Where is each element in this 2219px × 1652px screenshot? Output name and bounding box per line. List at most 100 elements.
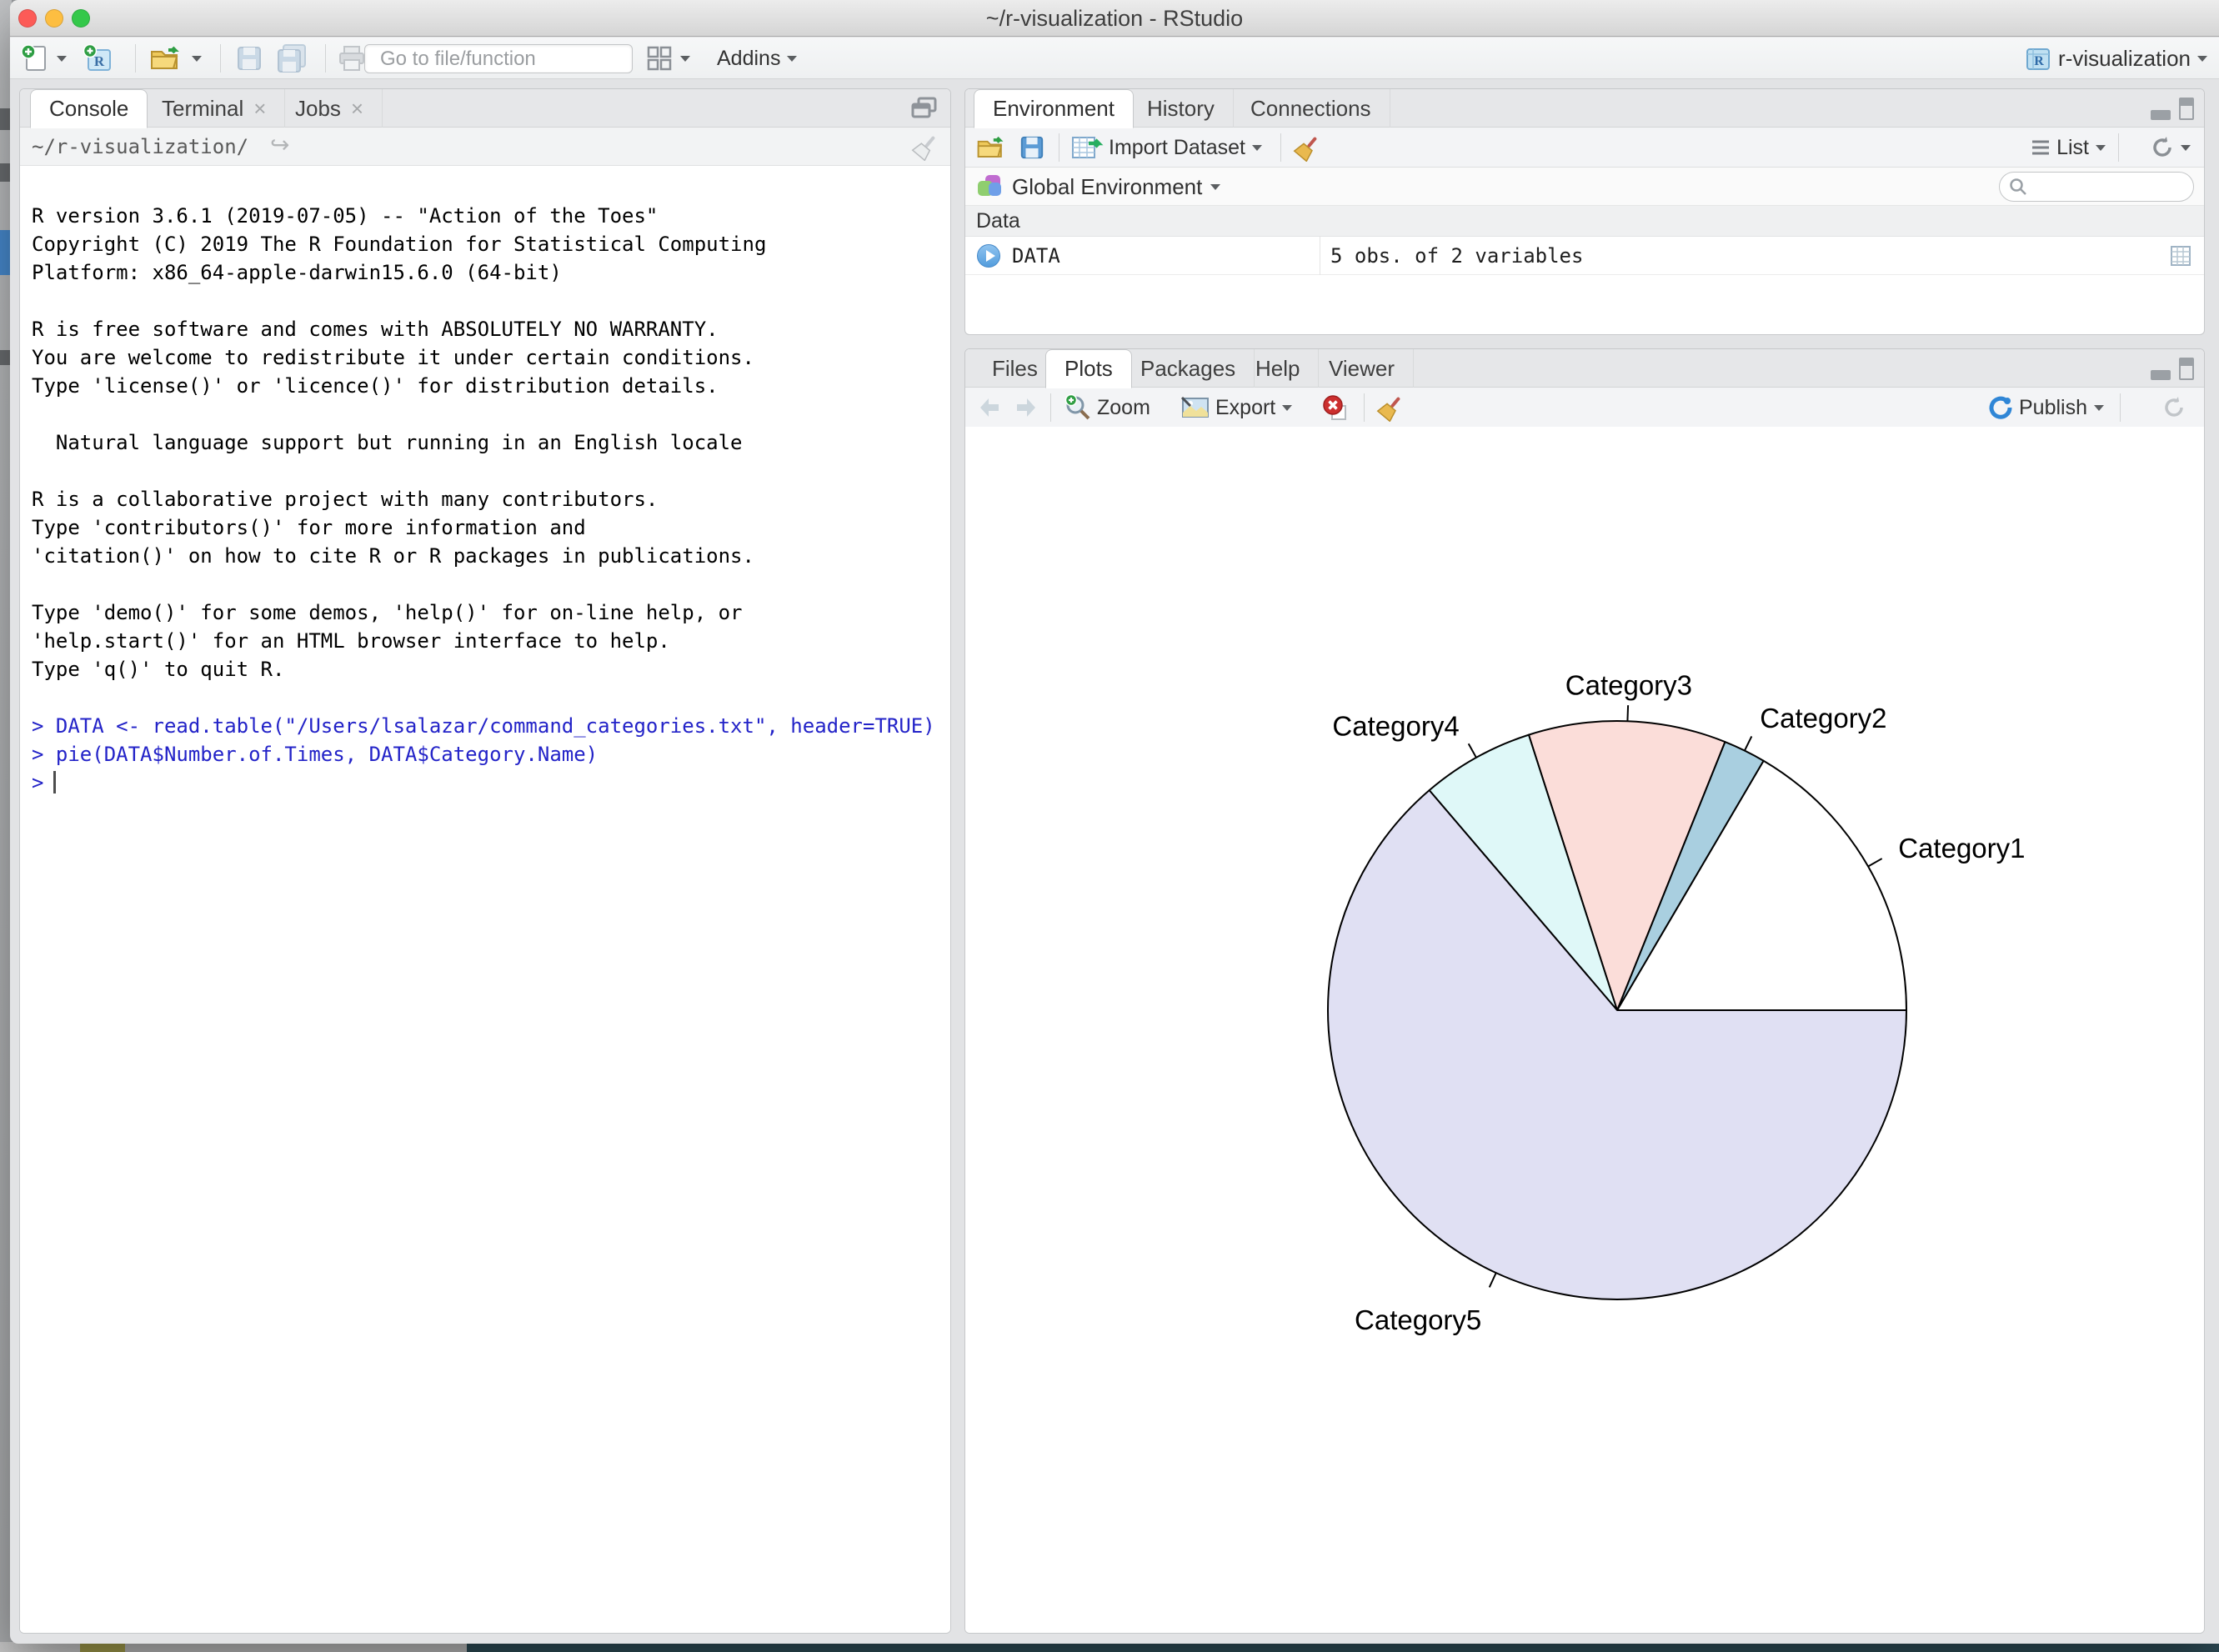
goto-file-function-input[interactable] — [380, 48, 639, 71]
addins-button[interactable]: Addins — [712, 43, 797, 73]
expand-object-icon[interactable] — [977, 244, 1000, 268]
toolbar-separator — [2118, 133, 2119, 162]
refresh-environment-button[interactable] — [2149, 133, 2191, 163]
new-file-menu-caret — [57, 56, 67, 62]
pie-label-tick — [1490, 1273, 1496, 1287]
list-icon — [2030, 137, 2051, 158]
console-line: Type 'license()' or 'licence()' for dist… — [32, 372, 950, 400]
console-maximize-button[interactable] — [910, 96, 939, 125]
tab-plots[interactable]: Plots — [1045, 349, 1132, 388]
pie-label-category5: Category5 — [1355, 1304, 1481, 1335]
console-line: > DATA <- read.table("/Users/lsalazar/co… — [32, 712, 950, 740]
tab-viewer[interactable]: Viewer — [1310, 349, 1414, 388]
console-pane: Console Terminal × Jobs × ~/r-visualizat… — [19, 88, 951, 1634]
new-file-button[interactable] — [20, 43, 67, 73]
console-line: R is free software and comes with ABSOLU… — [32, 315, 950, 343]
export-plot-button[interactable]: Export — [1180, 393, 1292, 423]
pie-chart: Category1Category2Category3Category4Cate… — [965, 427, 2204, 1633]
console-output[interactable]: R version 3.6.1 (2019-07-05) -- "Action … — [20, 167, 950, 1633]
goto-file-function-box — [364, 44, 633, 73]
tab-jobs[interactable]: Jobs × — [277, 89, 383, 128]
environment-scope-selector[interactable]: Global Environment — [975, 172, 1220, 202]
previous-plot-button[interactable] — [977, 393, 1004, 423]
tab-jobs-label: Jobs — [295, 96, 341, 122]
export-image-icon — [1180, 394, 1210, 421]
console-line: Type 'demo()' for some demos, 'help()' f… — [32, 598, 950, 627]
refresh-icon — [2149, 134, 2176, 161]
maximize-pane-button[interactable] — [2179, 98, 2194, 120]
refresh-plot-button[interactable] — [2161, 393, 2187, 423]
zoom-plot-button[interactable]: Zoom — [1064, 393, 1157, 423]
tab-connections[interactable]: Connections — [1232, 89, 1390, 128]
tab-help[interactable]: Help — [1237, 349, 1319, 388]
environment-object-row[interactable]: DATA 5 obs. of 2 variables — [965, 237, 2204, 275]
plots-pane: Files Plots Packages Help Viewer — [964, 348, 2205, 1634]
environment-scope-row: Global Environment — [965, 168, 2204, 206]
text-cursor — [53, 771, 56, 793]
open-folder-icon — [148, 43, 185, 73]
next-plot-button[interactable] — [1012, 393, 1039, 423]
toolbar-separator — [1364, 393, 1365, 422]
tab-history[interactable]: History — [1129, 89, 1234, 128]
goto-directory-icon[interactable]: ↪ — [270, 131, 289, 158]
minimize-pane-button[interactable] — [2151, 110, 2171, 120]
console-line: R is a collaborative project with many c… — [32, 485, 950, 513]
export-label: Export — [1215, 396, 1275, 420]
project-selector[interactable]: R r-visualization — [2023, 43, 2207, 73]
view-data-button[interactable] — [2169, 244, 2192, 272]
main-toolbar: R — [10, 38, 2219, 79]
console-line: > — [32, 768, 950, 797]
print-button[interactable] — [337, 43, 367, 73]
load-workspace-button[interactable] — [975, 133, 1009, 163]
open-file-button[interactable] — [148, 43, 202, 73]
import-dataset-button[interactable]: Import Dataset — [1070, 133, 1262, 163]
tab-packages[interactable]: Packages — [1122, 349, 1255, 388]
toolbar-separator — [325, 44, 326, 73]
environment-search-input[interactable] — [2033, 176, 2183, 198]
console-line: Type 'contributors()' for more informati… — [32, 513, 950, 542]
global-environment-icon — [975, 173, 1004, 201]
publish-plot-button[interactable]: Publish — [1987, 393, 2104, 423]
maximize-pane-button[interactable] — [2179, 358, 2194, 380]
tab-terminal[interactable]: Terminal × — [143, 89, 285, 128]
plots-toolbar: Zoom Export — [965, 388, 2204, 428]
tab-plots-label: Plots — [1064, 356, 1113, 382]
panes-layout-caret — [680, 56, 690, 62]
minimize-pane-button[interactable] — [2151, 370, 2171, 380]
console-line: 'citation()' on how to cite R or R packa… — [32, 542, 950, 570]
remove-plot-button[interactable] — [1322, 393, 1349, 423]
console-location-bar: ~/r-visualization/ ↪ — [20, 128, 950, 166]
print-icon — [337, 43, 367, 73]
tab-environment-label: Environment — [993, 96, 1115, 122]
publish-label: Publish — [2019, 396, 2087, 420]
addins-caret — [787, 56, 797, 62]
delete-plot-icon — [1322, 394, 1349, 421]
svg-text:R: R — [2034, 54, 2044, 68]
panes-layout-button[interactable] — [645, 43, 690, 73]
project-name-label: r-visualization — [2058, 46, 2191, 72]
tab-console[interactable]: Console — [30, 89, 148, 128]
save-workspace-button[interactable] — [1019, 133, 1045, 163]
list-view-button[interactable]: List — [2030, 133, 2106, 163]
tab-terminal-close-icon[interactable]: × — [253, 98, 266, 119]
pie-label-category2: Category2 — [1760, 703, 1886, 733]
new-project-button[interactable]: R — [82, 43, 115, 73]
tab-files-label: Files — [992, 356, 1038, 382]
save-button[interactable] — [235, 43, 263, 73]
tab-environment[interactable]: Environment — [974, 89, 1134, 128]
save-icon — [235, 44, 263, 73]
clear-environment-button[interactable] — [1292, 133, 1322, 163]
toolbar-separator — [1050, 393, 1051, 422]
titlebar: ~/r-visualization - RStudio — [10, 0, 2219, 37]
tab-jobs-close-icon[interactable]: × — [351, 98, 363, 119]
clear-console-button[interactable] — [910, 133, 940, 165]
console-tabstrip: Console Terminal × Jobs × — [20, 89, 950, 128]
broom-icon — [1292, 133, 1322, 162]
console-line — [32, 287, 950, 315]
console-line: Type 'q()' to quit R. — [32, 655, 950, 683]
clear-all-plots-button[interactable] — [1375, 393, 1405, 423]
pie-label-category3: Category3 — [1565, 670, 1692, 701]
tab-files[interactable]: Files — [974, 349, 1057, 388]
save-all-button[interactable] — [275, 43, 308, 73]
pie-label-category1: Category1 — [1898, 833, 2025, 864]
